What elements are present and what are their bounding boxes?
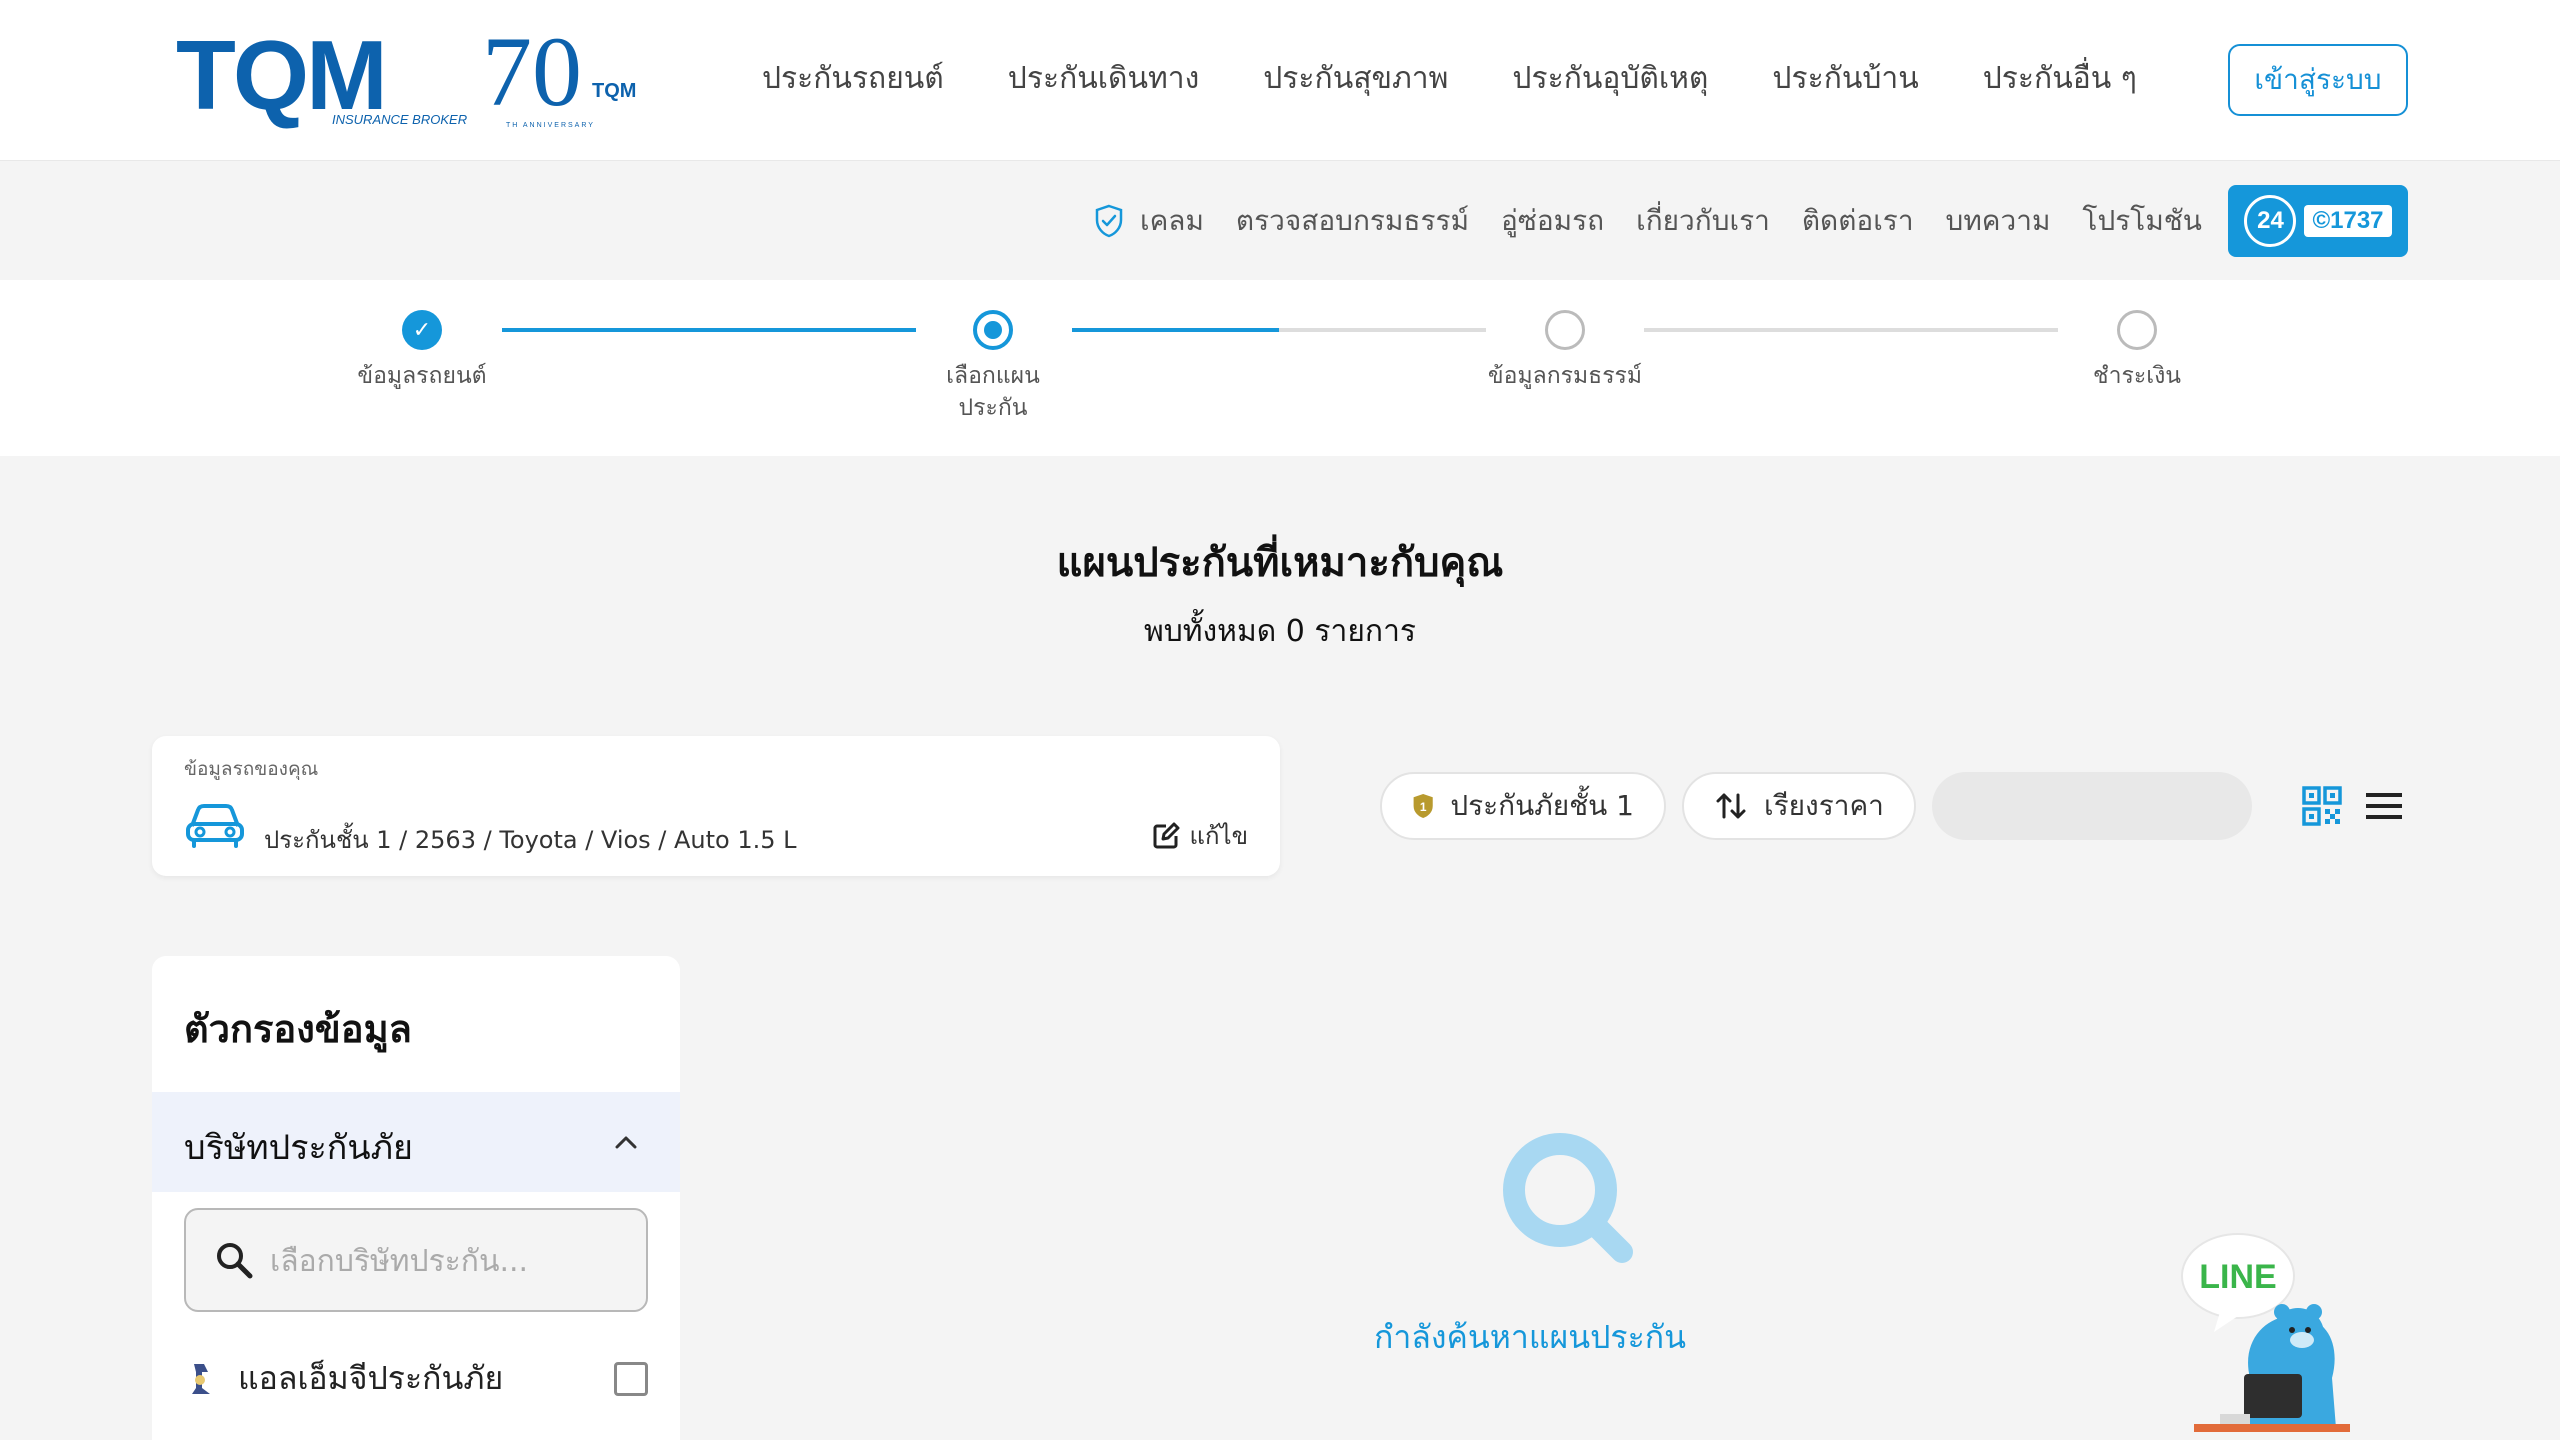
nav-car-insurance[interactable]: ประกันรถยนต์ xyxy=(762,54,944,104)
step-3-dot xyxy=(1545,310,1585,350)
login-button[interactable]: เข้าสู่ระบบ xyxy=(2228,44,2408,116)
step-connector-2-progress xyxy=(1072,328,1279,332)
insurer-search-input[interactable] xyxy=(270,1234,620,1288)
step-connector-3 xyxy=(1644,328,2058,332)
nav-travel-insurance[interactable]: ประกันเดินทาง xyxy=(1008,54,1199,104)
coverage-class-label: ประกันภัยชั้น 1 xyxy=(1450,789,1634,822)
sort-label: เรียงราคา xyxy=(1764,789,1884,822)
anniversary-subtitle: TH ANNIVERSARY xyxy=(506,122,595,129)
top-header: TQM INSURANCE BROKER 70 TQM TH ANNIVERSA… xyxy=(0,0,2560,160)
insurer-search-box xyxy=(184,1208,648,1312)
insurer-option[interactable]: แอลเอ็มจีประกันภัย xyxy=(188,1350,648,1406)
shield-check-icon xyxy=(1095,204,1123,238)
sub-nav: เคลม ตรวจสอบกรมธรรม์ อู่ซ่อมรถ เกี่ยวกับ… xyxy=(1094,201,2234,241)
sort-price-button[interactable]: เรียงราคา xyxy=(1682,772,1916,840)
line-label: LINE xyxy=(2199,1258,2276,1296)
edit-car-button[interactable]: แก้ไข xyxy=(1152,816,1248,855)
loading-placeholder-chip xyxy=(1932,772,2252,840)
progress-stepper: ✓ ข้อมูลรถยนต์ เลือกแผนประกัน ข้อมูลกรมธ… xyxy=(0,280,2560,456)
step-2-label: เลือกแผนประกัน xyxy=(946,363,1040,421)
car-description: ประกันชั้น 1 / 2563 / Toyota / Vios / Au… xyxy=(264,826,797,854)
nav-accident-insurance[interactable]: ประกันอุบัติเหตุ xyxy=(1512,54,1708,104)
subnav-claim[interactable]: เคลม xyxy=(1094,199,1204,243)
grid-view-icon[interactable] xyxy=(2302,786,2342,826)
step-2-dot xyxy=(973,310,1013,350)
filter-title: ตัวกรองข้อมูล xyxy=(184,1007,412,1051)
step-connector-1 xyxy=(502,328,916,332)
insurer-section-header[interactable]: บริษัทประกันภัย xyxy=(152,1092,680,1192)
car-icon xyxy=(186,804,244,848)
step-4-label: ชำระเงิน xyxy=(2092,363,2182,389)
anniversary-brand: TQM xyxy=(592,80,637,102)
insurer-option-label: แอลเอ็มจีประกันภัย xyxy=(238,1358,504,1397)
insurer-section-title: บริษัทประกันภัย xyxy=(184,1128,413,1168)
car-info-label: ข้อมูลรถของคุณ xyxy=(184,758,319,780)
medal-icon: 1 xyxy=(1413,794,1433,818)
page-title: แผนประกันที่เหมาะกับคุณ xyxy=(1056,540,1504,586)
tqm-logo[interactable]: TQM INSURANCE BROKER xyxy=(176,20,468,130)
list-view-icon[interactable] xyxy=(2364,790,2404,822)
hotline-button[interactable]: 24 ©1737 xyxy=(2228,185,2408,257)
logo-subtitle: INSURANCE BROKER xyxy=(332,112,468,127)
subnav-garage[interactable]: อู่ซ่อมรถ xyxy=(1501,199,1604,243)
edit-icon xyxy=(1153,822,1180,848)
nav-other-insurance[interactable]: ประกันอื่น ๆ xyxy=(1983,54,2137,104)
car-info-card: ข้อมูลรถของคุณ ประกันชั้น 1 / 2563 / Toy… xyxy=(152,736,1280,876)
anniversary-number: 70 xyxy=(482,16,582,127)
insurer-option-checkbox[interactable] xyxy=(614,1362,648,1396)
hotline-number: ©1737 xyxy=(2304,205,2392,237)
sub-header: เคลม ตรวจสอบกรมธรรม์ อู่ซ่อมรถ เกี่ยวกับ… xyxy=(0,160,2560,280)
subnav-about[interactable]: เกี่ยวกับเรา xyxy=(1636,199,1770,243)
search-icon xyxy=(217,1243,253,1279)
chevron-up-icon xyxy=(615,1136,637,1149)
coverage-class-filter[interactable]: 1 ประกันภัยชั้น 1 xyxy=(1380,772,1666,840)
step-1-check-icon: ✓ xyxy=(402,310,442,350)
hotline-24-icon: 24 xyxy=(2244,195,2297,247)
step-3-label: ข้อมูลกรมธรรม์ xyxy=(1487,363,1643,389)
lmg-insurance-logo xyxy=(192,1364,210,1394)
line-chat-widget[interactable]: LINE xyxy=(2180,1228,2360,1440)
filter-panel: ตัวกรองข้อมูล บริษัทประกันภัย แอลเอ็มจีป… xyxy=(152,956,680,1440)
magnifier-loading-icon xyxy=(1503,1133,1633,1263)
sort-icon xyxy=(1716,793,1746,819)
subnav-articles[interactable]: บทความ xyxy=(1946,199,2051,243)
logo-text: TQM xyxy=(176,20,388,130)
step-4-dot xyxy=(2117,310,2157,350)
step-1-label: ข้อมูลรถยนต์ xyxy=(357,363,487,389)
nav-health-insurance[interactable]: ประกันสุขภาพ xyxy=(1263,54,1448,104)
subnav-check-policy[interactable]: ตรวจสอบกรมธรรม์ xyxy=(1236,199,1469,243)
subnav-contact[interactable]: ติดต่อเรา xyxy=(1802,199,1914,243)
loading-text: กำลังค้นหาแผนประกัน xyxy=(1373,1318,1687,1356)
subnav-promotion[interactable]: โปรโมชัน xyxy=(2082,199,2202,243)
main-nav: ประกันรถยนต์ ประกันเดินทาง ประกันสุขภาพ … xyxy=(762,54,2201,104)
svg-text:1: 1 xyxy=(1420,800,1427,814)
nav-home-insurance[interactable]: ประกันบ้าน xyxy=(1772,54,1918,104)
subnav-claim-label: เคลม xyxy=(1140,204,1204,237)
anniversary-logo: 70 TQM TH ANNIVERSARY xyxy=(482,22,642,130)
result-count: พบทั้งหมด 0 รายการ xyxy=(1143,614,1417,649)
edit-label: แก้ไข xyxy=(1189,822,1248,850)
